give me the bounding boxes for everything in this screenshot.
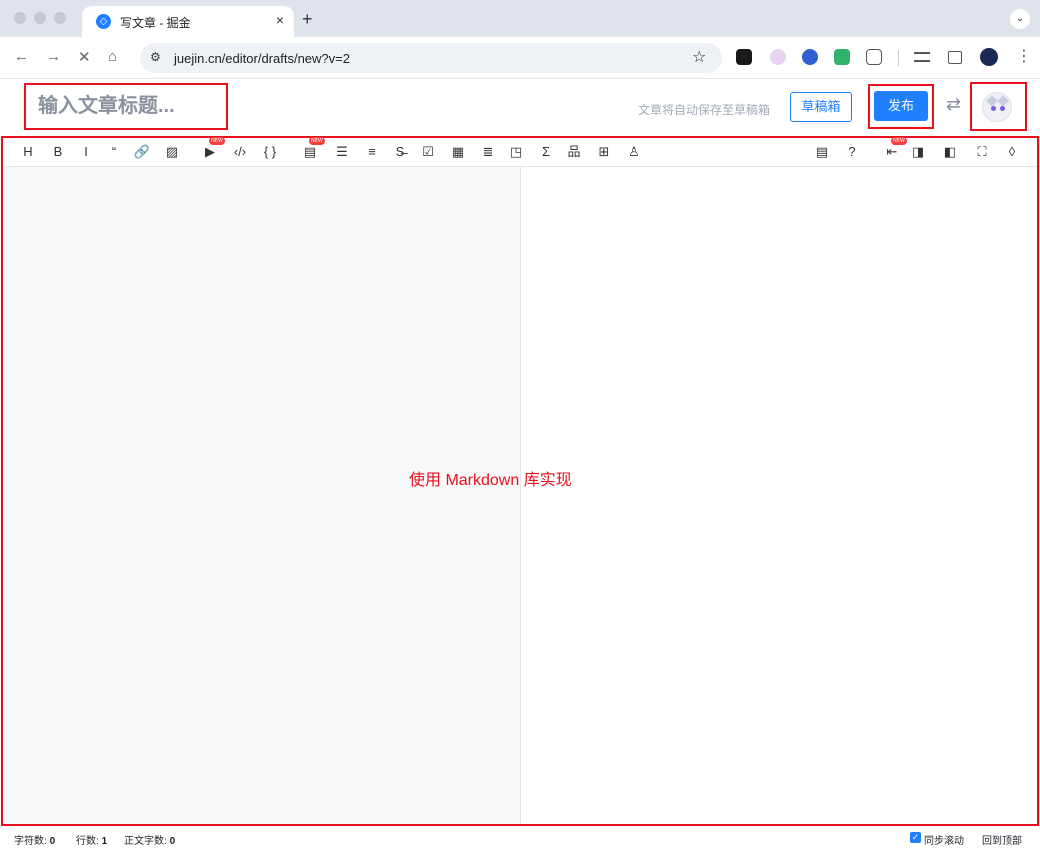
help-icon[interactable]: ?: [843, 144, 861, 160]
annotation-label: 使用 Markdown 库实现: [409, 472, 572, 489]
stop-loading-icon[interactable]: ✕: [78, 48, 91, 66]
switch-editor-icon[interactable]: ⇄: [946, 94, 961, 115]
theme-icon[interactable]: ♙: [625, 144, 643, 160]
grid-icon[interactable]: ⊞: [595, 144, 613, 160]
ordered-list-icon[interactable]: ≡: [363, 144, 381, 160]
new-badge: NEW: [309, 137, 325, 145]
formula-icon[interactable]: Σ: [537, 144, 555, 160]
task-list-icon[interactable]: ☑: [419, 144, 437, 160]
tab-search-icon[interactable]: ⌄: [1010, 9, 1030, 29]
sync-scroll-label[interactable]: 同步滚动: [924, 832, 964, 847]
bold-icon[interactable]: B: [49, 144, 67, 160]
tab-title: 写文章 - 掘金: [120, 16, 191, 30]
home-icon[interactable]: ⌂: [108, 48, 117, 65]
body-word-count: 正文字数: 0: [124, 836, 176, 847]
back-icon[interactable]: ←: [14, 48, 29, 65]
table-icon[interactable]: ▦: [449, 144, 467, 160]
close-window-icon[interactable]: [14, 12, 26, 24]
sync-scroll-checkbox[interactable]: ✓: [910, 832, 921, 843]
browser-tab[interactable]: ◇ 写文章 - 掘金 ×: [82, 6, 294, 37]
github-icon[interactable]: ◊: [1003, 144, 1021, 160]
fullscreen-icon[interactable]: ⛶: [973, 144, 991, 160]
preview-only-icon[interactable]: ◨: [909, 144, 927, 160]
toolbar-divider: [898, 50, 899, 66]
article-title-input[interactable]: [24, 83, 228, 130]
browser-menu-icon[interactable]: ⋮: [1016, 46, 1032, 66]
address-bar[interactable]: ⚙ juejin.cn/editor/drafts/new?v=2: [140, 43, 722, 73]
reading-list-icon[interactable]: [914, 52, 930, 62]
extension-1-icon[interactable]: [736, 49, 752, 65]
browser-tab-strip: ◇ 写文章 - 掘金 × + ⌄: [0, 0, 1040, 37]
editor-header: 文章将自动保存至草稿箱 草稿箱 发布 ⇄: [0, 80, 1040, 135]
italic-icon[interactable]: I: [77, 144, 95, 160]
code-icon[interactable]: ‹/›: [231, 144, 249, 160]
minimize-window-icon[interactable]: [34, 12, 46, 24]
line-count: 行数: 1: [76, 836, 108, 847]
insert-icon[interactable]: ◳: [507, 144, 525, 160]
site-settings-icon[interactable]: ⚙: [150, 50, 161, 64]
editor-toolbar: H B I “ 🔗 ▨ ▶ NEW ‹/› { } ▤ NEW ☰ ≡ S̶ ☑ ▦ ≣ ◳ Σ 品 ⊞ ♙ ▤? ⇤ NEW ◨ ◧…: [5, 137, 1037, 167]
markdown-input-pane[interactable]: [5, 167, 521, 824]
char-count: 字符数: 0: [14, 836, 56, 847]
strikethrough-icon[interactable]: S̶: [391, 144, 409, 160]
autosave-hint: 文章将自动保存至草稿箱: [638, 103, 771, 117]
extension-2-icon[interactable]: [770, 49, 786, 65]
new-tab-button[interactable]: +: [302, 9, 313, 30]
align-icon[interactable]: ≣: [479, 144, 497, 160]
sync-toggle-icon[interactable]: ⇤ NEW: [883, 137, 907, 160]
browser-toolbar: ← → ✕ ⌂ ⚙ juejin.cn/editor/drafts/new?v=…: [0, 37, 1040, 79]
status-bar: 字符数: 0 行数: 1 正文字数: 0 ✓ 同步滚动 回到顶部: [0, 828, 1040, 848]
back-to-top-button[interactable]: 回到顶部: [982, 832, 1022, 847]
extension-3-icon[interactable]: [802, 49, 818, 65]
quote-icon[interactable]: “: [105, 144, 123, 160]
juejin-favicon-icon: ◇: [96, 14, 111, 29]
unordered-list-icon[interactable]: ☰: [333, 144, 351, 160]
heading-icon[interactable]: H: [19, 144, 37, 160]
link-icon[interactable]: 🔗: [133, 144, 151, 160]
forward-icon[interactable]: →: [46, 48, 61, 65]
embed-icon[interactable]: ▤ NEW: [301, 137, 325, 160]
video-icon[interactable]: ▶ NEW: [201, 137, 225, 160]
user-avatar[interactable]: [982, 92, 1012, 122]
flowchart-icon[interactable]: 品: [565, 144, 583, 160]
markdown-preview-pane: [522, 167, 1037, 824]
toc-icon[interactable]: ▤: [813, 144, 831, 160]
drafts-button[interactable]: 草稿箱: [790, 92, 852, 122]
publish-button[interactable]: 发布: [874, 91, 928, 121]
image-icon[interactable]: ▨: [163, 144, 181, 160]
new-badge: NEW: [209, 137, 225, 145]
edit-only-icon[interactable]: ◧: [941, 144, 959, 160]
new-badge: NEW: [891, 137, 907, 145]
zoom-window-icon[interactable]: [54, 12, 66, 24]
extension-4-icon[interactable]: [834, 49, 850, 65]
code-block-icon[interactable]: { }: [261, 144, 279, 160]
profile-avatar[interactable]: [980, 48, 998, 66]
side-panel-icon[interactable]: [948, 51, 962, 64]
extensions-puzzle-icon[interactable]: [866, 49, 882, 65]
tab-close-icon[interactable]: ×: [276, 12, 284, 28]
bookmark-star-icon[interactable]: ☆: [692, 47, 706, 67]
url-text[interactable]: juejin.cn/editor/drafts/new?v=2: [174, 51, 350, 66]
